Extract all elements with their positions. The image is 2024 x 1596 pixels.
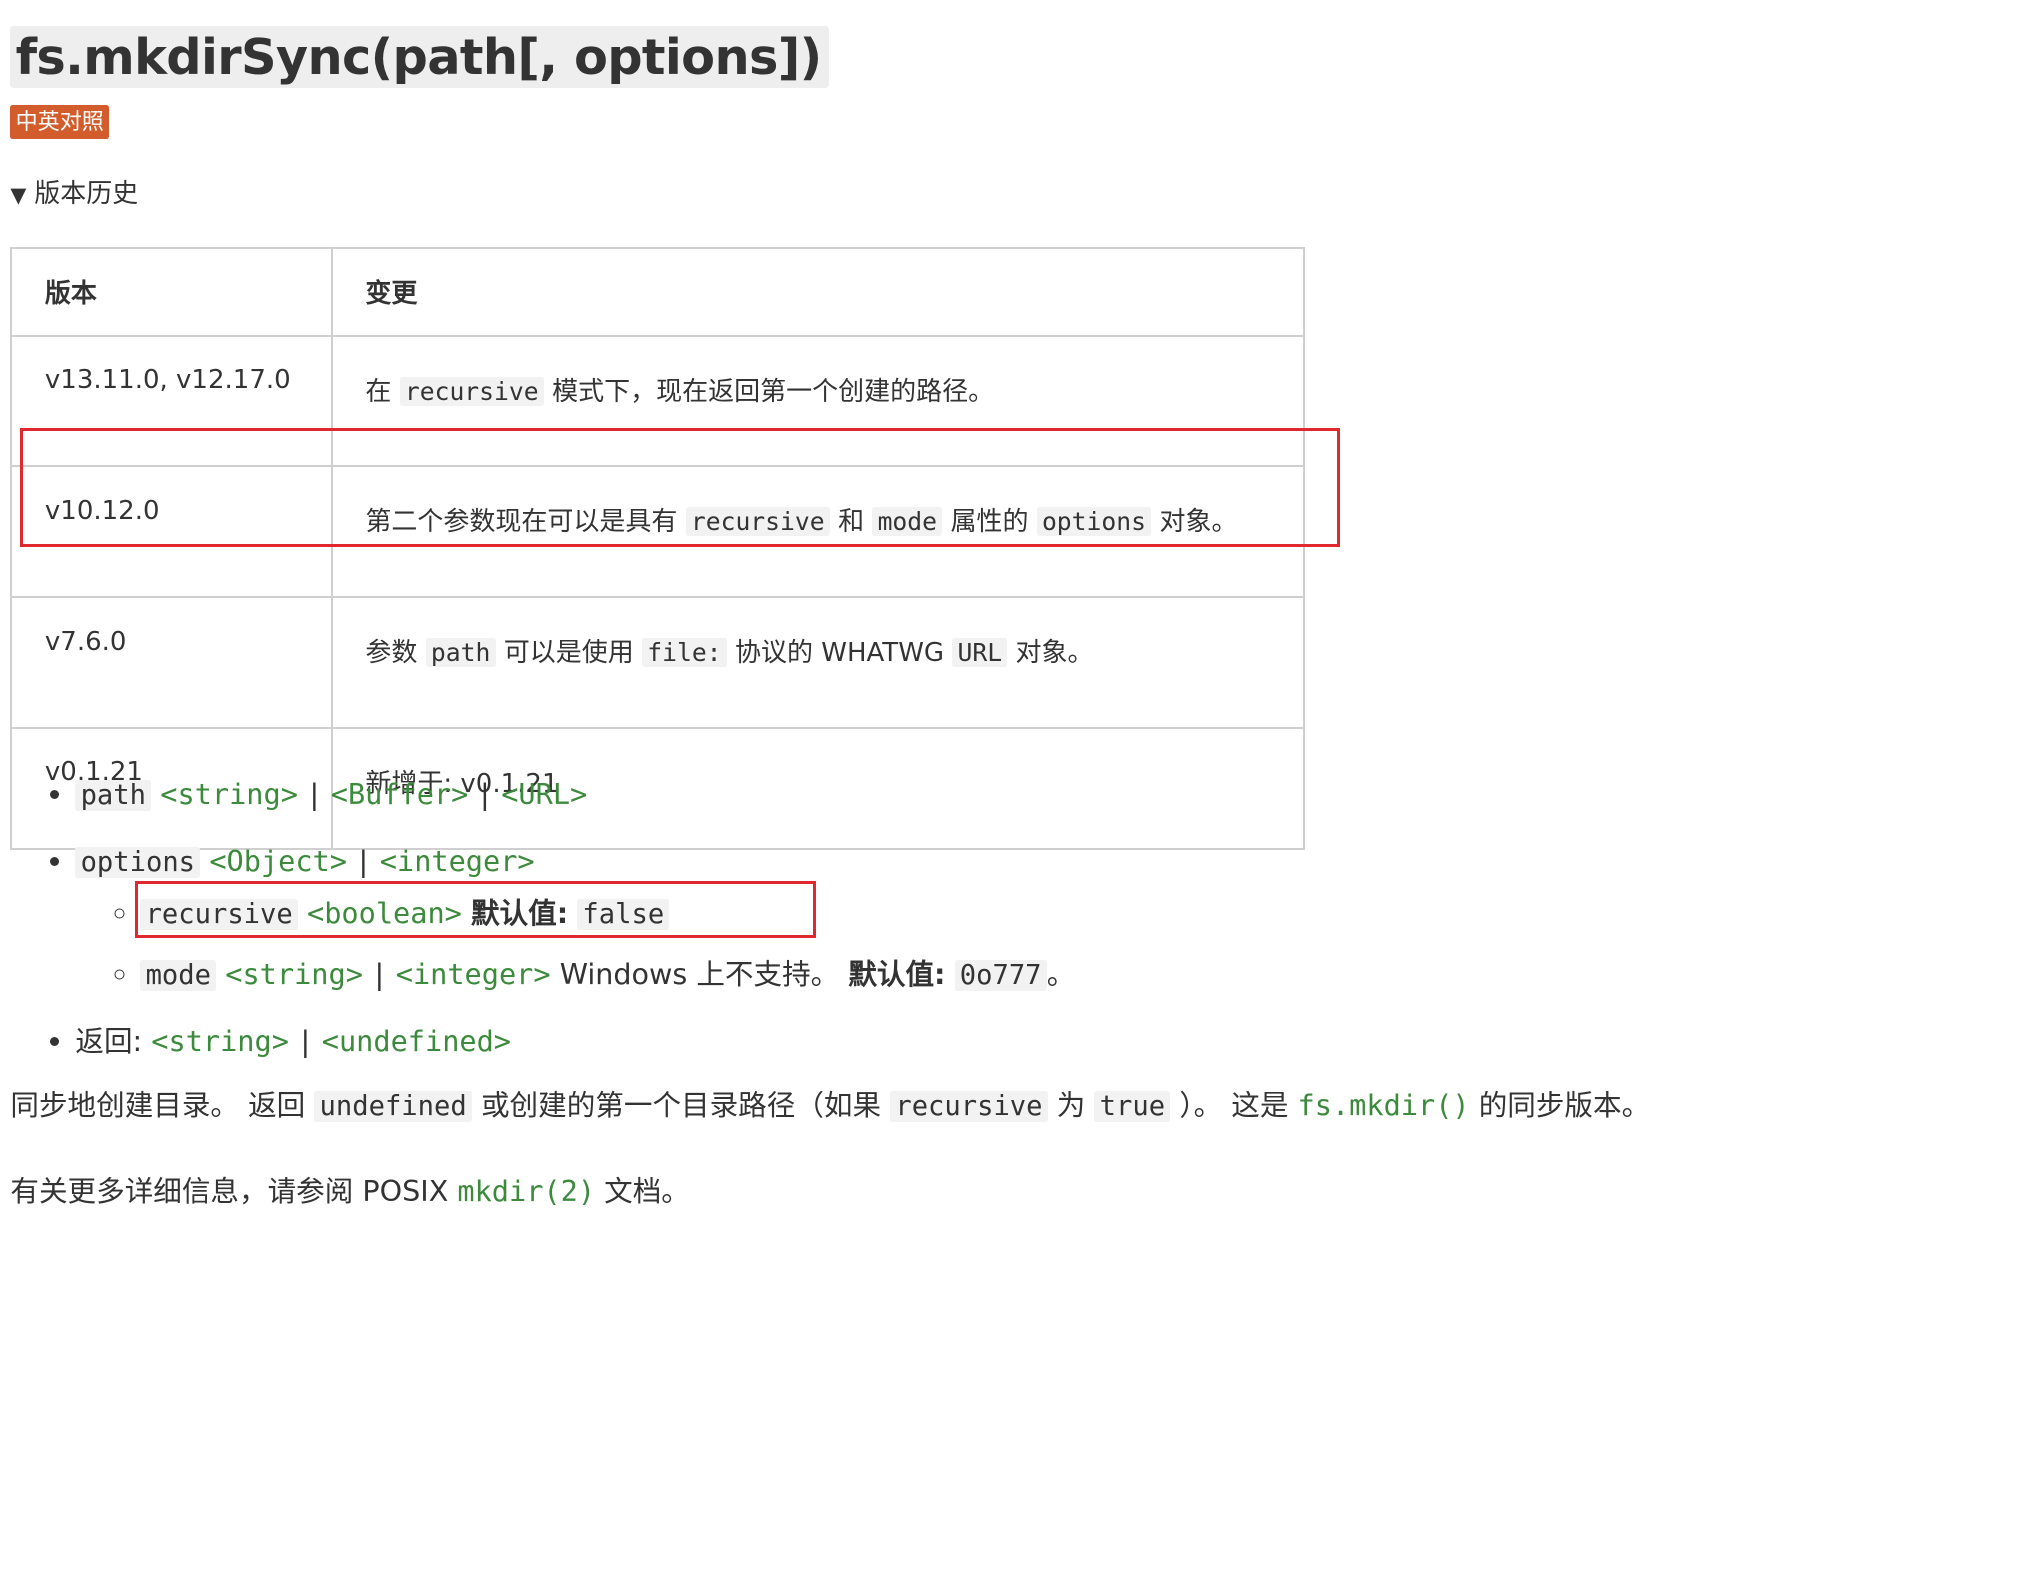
inline-code: path	[425, 637, 496, 667]
desc-text: 有关更多详细信息，请参阅 POSIX	[10, 1173, 449, 1208]
desc-text: 的同步版本。	[1478, 1087, 1651, 1122]
change-text: 第二个参数现在可以是具有	[365, 507, 678, 538]
desc-text: 文档。	[604, 1173, 690, 1208]
inline-code: options	[1036, 507, 1152, 537]
change-text: 属性的	[950, 507, 1029, 538]
option-name: mode	[140, 960, 217, 992]
inline-code: true	[1094, 1090, 1171, 1122]
type-separator: |	[476, 777, 494, 812]
change-text: 模式下，现在返回第一个创建的路径。	[552, 376, 995, 407]
table-row: v7.6.0 参数 path 可以是使用 file: 协议的 WHATWG UR…	[10, 596, 1306, 729]
description-paragraph: 同步地创建目录。 返回 undefined 或创建的第一个目录路径（如果 rec…	[10, 1083, 1650, 1129]
returns-label: 返回:	[75, 1024, 143, 1059]
table-row: v13.11.0, v12.17.0 在 recursive 模式下，现在返回第…	[10, 334, 1306, 468]
type-link-boolean[interactable]: <boolean>	[307, 896, 462, 930]
inline-code: URL	[952, 637, 1008, 667]
type-link-undefined[interactable]: <undefined>	[322, 1024, 511, 1058]
doc-page: fs.mkdirSync(path[, options]) 中英对照 ▼ 版本历史…	[0, 0, 2024, 1229]
row-version: v10.12.0	[10, 465, 333, 599]
change-text: 协议的 WHATWG	[735, 637, 945, 668]
type-link-buffer[interactable]: <Buffer>	[331, 777, 469, 811]
option-name: recursive	[140, 898, 298, 930]
desc-text: ）。 这是	[1179, 1087, 1289, 1122]
type-separator: |	[296, 1024, 314, 1059]
type-link-string[interactable]: <string>	[151, 1024, 289, 1058]
type-link-integer[interactable]: <integer>	[380, 844, 535, 878]
option-note: Windows 上不支持。	[559, 957, 840, 992]
header-version: 版本	[10, 246, 333, 337]
table-header-row: 版本 变更	[10, 246, 1306, 337]
posix-paragraph: 有关更多详细信息，请参阅 POSIX mkdir(2) 文档。	[10, 1169, 689, 1213]
bilingual-badge[interactable]: 中英对照	[10, 105, 110, 140]
row-change: 参数 path 可以是使用 file: 协议的 WHATWG URL 对象。	[330, 596, 1306, 729]
row-change: 在 recursive 模式下，现在返回第一个创建的路径。	[330, 334, 1306, 468]
default-label: 默认值:	[470, 895, 569, 930]
default-value: false	[577, 898, 670, 930]
desc-text: 或创建的第一个目录路径（如果	[480, 1087, 882, 1122]
history-toggle-label: 版本历史	[34, 179, 139, 210]
inline-code: file:	[642, 637, 727, 667]
table-row: v10.12.0 第二个参数现在可以是具有 recursive 和 mode 属…	[10, 465, 1306, 599]
desc-text: 同步地创建目录。 返回	[10, 1087, 306, 1122]
type-link-integer[interactable]: <integer>	[396, 957, 551, 991]
history-table: 版本 变更 v13.11.0, v12.17.0 在 recursive 模式下…	[10, 246, 1306, 851]
type-separator: |	[354, 844, 372, 879]
param-name: path	[75, 780, 152, 812]
row-version: v13.11.0, v12.17.0	[10, 334, 333, 468]
default-label: 默认值:	[848, 957, 946, 992]
inline-code: mode	[872, 507, 943, 537]
history-toggle[interactable]: ▼ 版本历史	[10, 178, 138, 213]
option-mode: mode <string>|<integer> Windows 上不支持。 默认…	[140, 952, 2024, 998]
param-list: path <string>|<Buffer>|<URL> options <Ob…	[10, 772, 2024, 1084]
type-link-string[interactable]: <string>	[160, 777, 298, 811]
triangle-down-icon: ▼	[10, 183, 27, 208]
change-text: 对象。	[1015, 637, 1094, 668]
options-sublist: recursive <boolean> 默认值: false mode <str…	[75, 891, 2024, 999]
returns: 返回: <string>|<undefined>	[75, 1019, 2024, 1063]
punctuation: 。	[1046, 957, 1076, 992]
change-text: 在	[365, 376, 392, 407]
change-text: 参数	[365, 637, 418, 668]
param-path: path <string>|<Buffer>|<URL>	[75, 772, 2024, 818]
fs-mkdir-link[interactable]: fs.mkdir()	[1298, 1088, 1470, 1122]
inline-code: recursive	[685, 507, 830, 537]
type-link-url[interactable]: <URL>	[501, 777, 587, 811]
desc-text: 为	[1056, 1087, 1086, 1122]
param-name: options	[75, 847, 201, 879]
inline-code: recursive	[399, 376, 544, 406]
change-text: 可以是使用	[503, 637, 634, 668]
inline-code: undefined	[314, 1090, 472, 1122]
param-options: options <Object>|<integer> recursive <bo…	[75, 839, 2024, 998]
option-recursive: recursive <boolean> 默认值: false	[140, 891, 2024, 937]
type-link-string[interactable]: <string>	[225, 957, 363, 991]
row-version: v7.6.0	[10, 596, 333, 729]
default-value: 0o777	[954, 960, 1047, 992]
header-change: 变更	[330, 246, 1306, 337]
type-link-object[interactable]: <Object>	[209, 844, 347, 878]
type-separator: |	[370, 957, 388, 992]
type-separator: |	[305, 777, 323, 812]
change-text: 对象。	[1159, 507, 1238, 538]
inline-code: recursive	[890, 1090, 1048, 1122]
page-title: fs.mkdirSync(path[, options])	[10, 26, 830, 89]
mkdir2-link[interactable]: mkdir(2)	[457, 1174, 595, 1208]
change-text: 和	[838, 507, 865, 538]
row-change: 第二个参数现在可以是具有 recursive 和 mode 属性的 option…	[330, 465, 1306, 599]
